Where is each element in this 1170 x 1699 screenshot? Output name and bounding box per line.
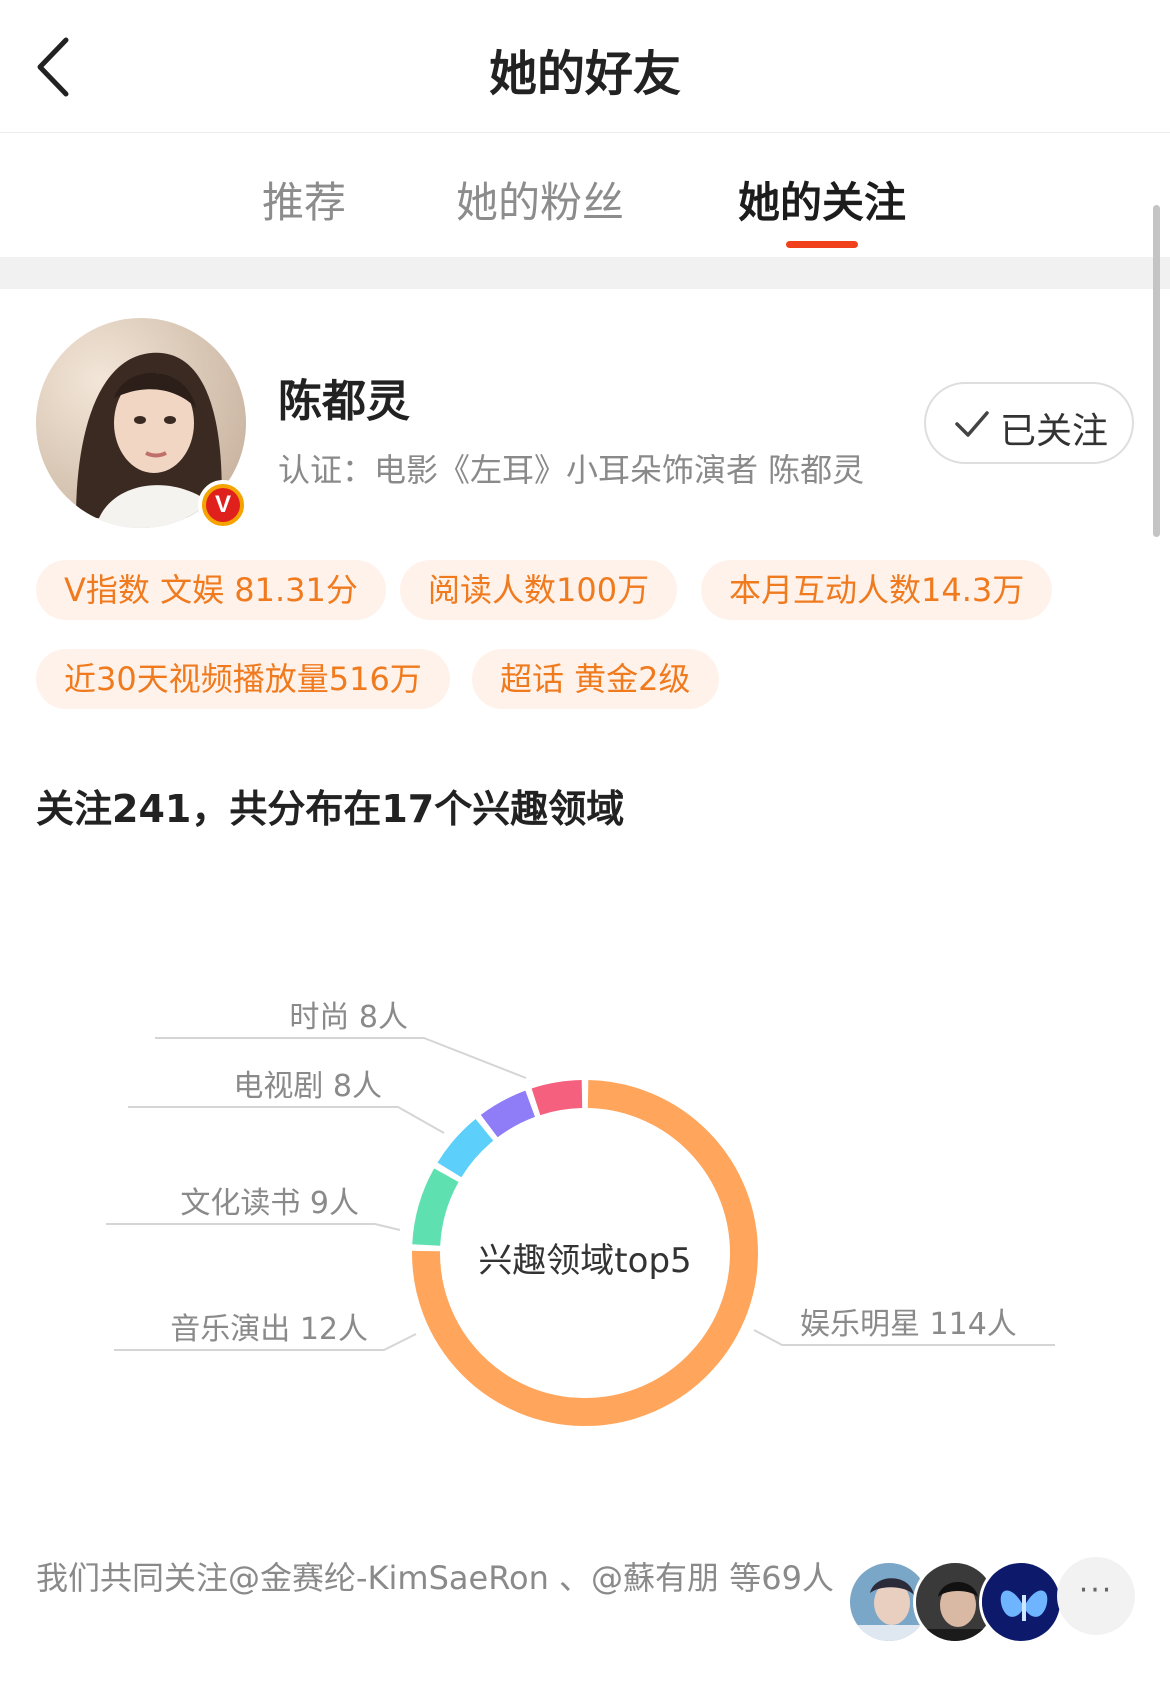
active-tab-indicator xyxy=(786,241,858,248)
tag-readers[interactable]: 阅读人数100万 xyxy=(400,560,678,620)
scrollbar[interactable] xyxy=(1153,205,1160,537)
tab-her-fans[interactable]: 她的粉丝 xyxy=(456,169,624,230)
leader-line xyxy=(106,1223,401,1231)
common-following-text[interactable]: 我们共同关注@金赛纶-KimSaeRon 、@蘇有朋 等69人 xyxy=(36,1548,836,1608)
verified-badge-icon: V xyxy=(198,480,248,530)
interest-donut-chart: 时尚 8人 电视剧 8人 文化读书 9人 音乐演出 12人 娱乐明星 114人 xyxy=(106,1000,1055,1426)
certification-text: 认证：电影《左耳》小耳朵饰演者 陈都灵 xyxy=(278,451,865,489)
following-label: 已关注 xyxy=(1000,411,1109,452)
leader-line xyxy=(128,1106,445,1134)
chart-center-title: 兴趣领域top5 xyxy=(478,1241,692,1281)
nav-bar: 她的好友 xyxy=(0,0,1170,133)
tab-recommend[interactable]: 推荐 xyxy=(262,169,346,230)
tab-bar: 推荐 她的粉丝 她的关注 xyxy=(0,133,1170,257)
following-button[interactable]: 已关注 xyxy=(924,382,1134,464)
tag-v-index[interactable]: V指数 文娱 81.31分 xyxy=(36,560,386,620)
donut-slice-fashion xyxy=(531,1080,583,1116)
tag-video-plays[interactable]: 近30天视频播放量516万 xyxy=(36,649,450,709)
more-button[interactable]: ··· xyxy=(1057,1557,1135,1635)
tag-monthly-interaction[interactable]: 本月互动人数14.3万 xyxy=(701,560,1053,620)
more-icon: ··· xyxy=(1078,1573,1114,1608)
donut-slice-tv-drama xyxy=(480,1090,536,1138)
check-icon xyxy=(955,411,989,437)
page-title: 她的好友 xyxy=(488,46,681,102)
donut-slice-culture-reading xyxy=(437,1119,494,1178)
tab-her-following[interactable]: 她的关注 xyxy=(738,169,906,230)
user-name[interactable]: 陈都灵 xyxy=(278,365,410,429)
chart-label-fashion: 时尚 8人 xyxy=(289,1000,408,1035)
common-avatar-3[interactable] xyxy=(979,1560,1063,1644)
tag-super-topic[interactable]: 超话 黄金2级 xyxy=(472,649,719,709)
chart-label-music: 音乐演出 12人 xyxy=(170,1312,368,1347)
chart-label-culture-reading: 文化读书 9人 xyxy=(180,1186,359,1221)
section-divider xyxy=(0,257,1170,289)
chart-label-entertainment: 娱乐明星 114人 xyxy=(800,1307,1017,1342)
chart-label-tv-drama: 电视剧 8人 xyxy=(233,1069,382,1104)
following-summary: 关注241，共分布在17个兴趣领域 xyxy=(36,787,625,831)
